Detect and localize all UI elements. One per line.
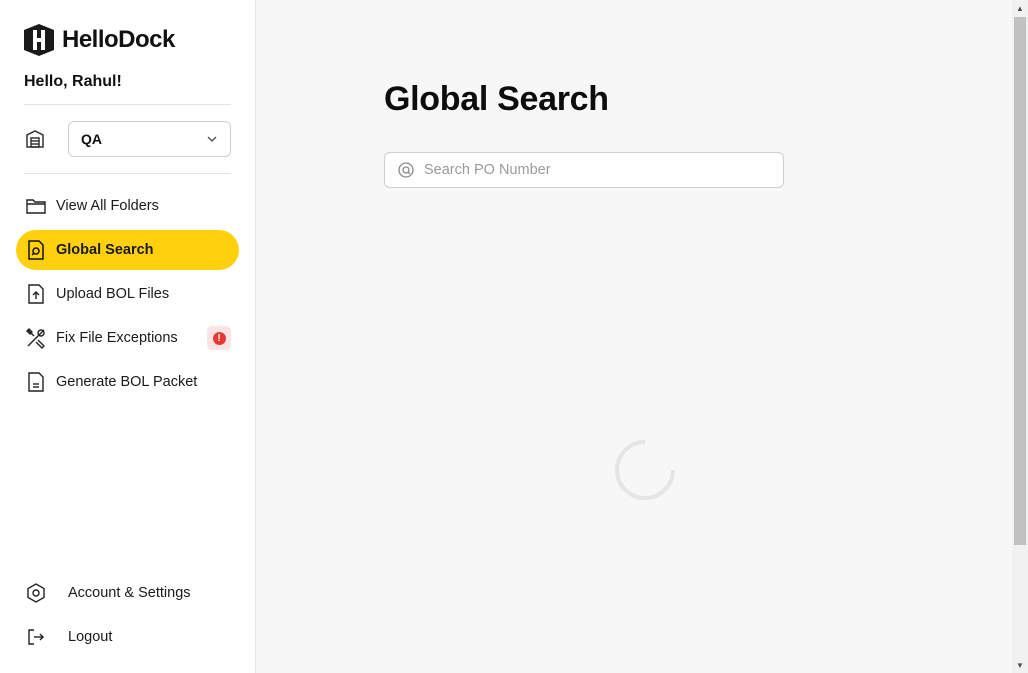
nav-item-label: Fix File Exceptions — [56, 330, 178, 346]
warehouse-icon — [24, 128, 46, 150]
warehouse-select-value: QA — [81, 131, 102, 147]
search-icon — [398, 162, 414, 178]
divider — [24, 104, 231, 105]
loading-spinner-icon — [615, 439, 676, 500]
nav-item-label: Generate BOL Packet — [56, 374, 198, 390]
search-box[interactable] — [384, 152, 784, 188]
hellodock-logo-icon — [24, 24, 54, 56]
scroll-thumb[interactable] — [1014, 17, 1026, 545]
alert-icon: ! — [212, 331, 226, 345]
tools-icon — [24, 326, 48, 350]
page-title: Global Search — [384, 80, 609, 118]
scroll-down-icon[interactable]: ▼ — [1012, 657, 1028, 673]
greeting: Hello, Rahul! — [24, 73, 122, 90]
nav-item-upload-bol-files[interactable]: Upload BOL Files — [16, 274, 239, 314]
bottom-nav: Account & Settings Logout — [24, 573, 231, 661]
nav-item-fix-file-exceptions[interactable]: Fix File Exceptions ! — [16, 318, 239, 358]
bottom-nav-label: Logout — [68, 629, 113, 645]
search-input[interactable] — [424, 162, 774, 178]
nav-item-global-search[interactable]: Global Search — [16, 230, 239, 270]
divider — [24, 173, 231, 174]
nav-item-label: Global Search — [56, 242, 154, 258]
logout-icon — [24, 625, 48, 649]
logout-link[interactable]: Logout — [24, 617, 231, 657]
exception-alert-badge: ! — [207, 326, 231, 350]
account-settings-link[interactable]: Account & Settings — [24, 573, 231, 613]
chevron-down-icon — [207, 136, 217, 142]
warehouse-selector-row: QA — [24, 121, 231, 157]
folder-icon — [24, 194, 48, 218]
nav-item-view-all-folders[interactable]: View All Folders — [16, 186, 239, 226]
nav-item-label: Upload BOL Files — [56, 286, 170, 302]
document-icon — [24, 370, 48, 394]
warehouse-select[interactable]: QA — [68, 121, 231, 157]
nav-item-generate-bol-packet[interactable]: Generate BOL Packet — [16, 362, 239, 402]
nav-item-label: View All Folders — [56, 198, 159, 214]
main-nav: View All Folders Global Search Upload BO… — [16, 186, 239, 406]
sidebar: HelloDock Hello, Rahul! QA View All Fold… — [0, 0, 256, 673]
vertical-scrollbar[interactable]: ▲ ▼ — [1012, 0, 1028, 673]
logo[interactable]: HelloDock — [24, 24, 175, 56]
app: HelloDock Hello, Rahul! QA View All Fold… — [0, 0, 1028, 673]
file-upload-icon — [24, 282, 48, 306]
file-search-icon — [24, 238, 48, 262]
settings-icon — [24, 581, 48, 605]
main-content: Global Search — [256, 0, 1012, 673]
brand-name: HelloDock — [62, 26, 175, 53]
scroll-up-icon[interactable]: ▲ — [1012, 0, 1028, 16]
bottom-nav-label: Account & Settings — [68, 585, 191, 601]
